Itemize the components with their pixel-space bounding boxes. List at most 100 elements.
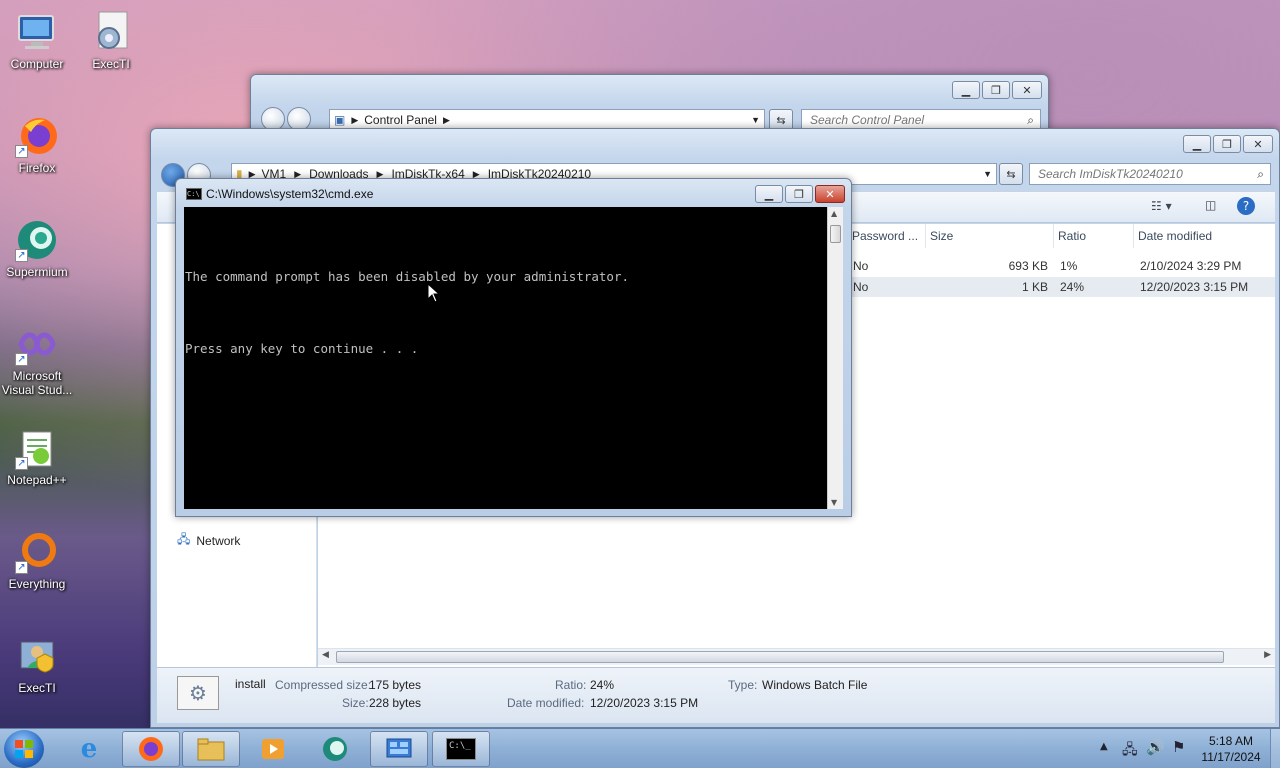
chevron-down-icon[interactable]: ▼ bbox=[983, 169, 992, 179]
scroll-down-icon[interactable]: ▼ bbox=[831, 498, 837, 507]
desktop-icon-label: Everything bbox=[8, 577, 66, 591]
show-desktop-button[interactable] bbox=[1270, 729, 1280, 768]
control-panel-icon: ▣ bbox=[334, 113, 346, 127]
desktop-icon-execti[interactable]: ExecTI bbox=[74, 10, 148, 71]
mouse-cursor-icon bbox=[427, 283, 441, 303]
everything-search-icon: ↗ bbox=[15, 530, 59, 574]
maximize-button[interactable]: ❐ bbox=[1213, 135, 1241, 153]
desktop-icon-label: Microsoft Visual Stud... bbox=[1, 369, 73, 397]
notepadpp-icon: ↗ bbox=[15, 426, 59, 470]
breadcrumb-separator-icon: ▶ bbox=[351, 114, 359, 125]
desktop-icon-label: ExecTI bbox=[92, 57, 130, 71]
supermium-icon: ↗ bbox=[15, 218, 59, 262]
preview-pane-icon[interactable]: ◫ bbox=[1205, 198, 1216, 212]
column-header-password[interactable]: Password ... bbox=[848, 224, 926, 248]
vertical-scrollbar[interactable]: ▲ ▼ bbox=[827, 207, 843, 509]
windows-logo-icon bbox=[15, 740, 33, 758]
console-line: The command prompt has been disabled by … bbox=[185, 269, 630, 284]
network-icon: 🖧 bbox=[177, 532, 191, 546]
shortcut-arrow-icon: ↗ bbox=[15, 249, 28, 262]
taskbar-firefox[interactable] bbox=[122, 731, 180, 767]
volume-icon[interactable]: 🔊 bbox=[1146, 738, 1165, 756]
maximize-button[interactable]: ❐ bbox=[785, 185, 813, 203]
folder-icon bbox=[197, 738, 225, 761]
control-panel-icon bbox=[386, 738, 412, 758]
taskbar-internet-explorer[interactable]: e bbox=[60, 731, 118, 767]
horizontal-scrollbar[interactable]: ◀ ▶ bbox=[318, 648, 1275, 665]
computer-icon bbox=[15, 10, 59, 54]
nav-item-network[interactable]: 🖧 Network bbox=[177, 530, 240, 551]
control-panel-window[interactable]: ▁ ❐ ✕ ▣ ▶ Control Panel ▶ ▼ ⇆ Search Con… bbox=[250, 74, 1049, 134]
cmd-window[interactable]: C:\ C:\Windows\system32\cmd.exe ▁ ❐ ✕ Th… bbox=[175, 178, 852, 517]
shortcut-arrow-icon: ↗ bbox=[15, 561, 28, 574]
firefox-icon bbox=[139, 737, 163, 761]
firefox-icon: ↗ bbox=[15, 114, 59, 158]
desktop-icon-visual-studio[interactable]: ↗ Microsoft Visual Stud... bbox=[0, 322, 74, 397]
shortcut-arrow-icon: ↗ bbox=[15, 457, 28, 470]
window-title: C:\Windows\system32\cmd.exe bbox=[206, 187, 374, 201]
shield-user-icon bbox=[15, 634, 59, 678]
column-header-size[interactable]: Size bbox=[926, 224, 1054, 248]
scrollbar-thumb[interactable] bbox=[830, 225, 841, 243]
clock-date: 11/17/2024 bbox=[1201, 750, 1261, 764]
views-icon[interactable]: ☷ ▾ bbox=[1151, 199, 1172, 213]
taskbar-explorer[interactable] bbox=[182, 731, 240, 767]
breadcrumb-control-panel[interactable]: Control Panel bbox=[364, 113, 437, 127]
desktop-icon-computer[interactable]: Computer bbox=[0, 10, 74, 71]
minimize-button[interactable]: ▁ bbox=[755, 185, 783, 203]
close-button[interactable]: ✕ bbox=[815, 185, 845, 203]
chevron-down-icon[interactable]: ▼ bbox=[751, 115, 760, 125]
scroll-right-icon[interactable]: ▶ bbox=[1264, 650, 1271, 660]
details-pane: ⚙ install Compressed size: 175 bytes Siz… bbox=[157, 667, 1275, 723]
desktop-icon-execti-shield[interactable]: ExecTI bbox=[0, 634, 74, 695]
media-player-icon bbox=[262, 739, 284, 759]
desktop-icon-label: Notepad++ bbox=[7, 473, 67, 487]
taskbar-media-player[interactable] bbox=[244, 731, 302, 767]
desktop-icon-firefox[interactable]: ↗ Firefox bbox=[0, 114, 74, 175]
desktop-icon-label: Supermium bbox=[6, 265, 68, 279]
minimize-button[interactable]: ▁ bbox=[1183, 135, 1211, 153]
breadcrumb-separator-icon: ▶ bbox=[442, 114, 450, 125]
column-header-date[interactable]: Date modified bbox=[1134, 224, 1274, 248]
scroll-up-icon[interactable]: ▲ bbox=[831, 209, 837, 218]
clock-time: 5:18 AM bbox=[1208, 734, 1254, 748]
console-output[interactable]: The command prompt has been disabled by … bbox=[184, 207, 827, 509]
action-center-flag-icon[interactable]: ⚑ bbox=[1172, 738, 1185, 756]
search-input[interactable]: Search ImDiskTk20240210 ⌕ bbox=[1029, 163, 1271, 185]
search-icon: ⌕ bbox=[1027, 112, 1034, 127]
desktop-icon-notepadpp[interactable]: ↗ Notepad++ bbox=[0, 426, 74, 487]
file-name: install bbox=[235, 677, 266, 691]
scrollbar-thumb[interactable] bbox=[336, 651, 1224, 663]
internet-explorer-icon: e bbox=[80, 734, 98, 764]
network-status-icon[interactable]: 🖧 bbox=[1122, 739, 1138, 763]
supermium-icon bbox=[323, 737, 347, 761]
maximize-button[interactable]: ❐ bbox=[982, 81, 1010, 99]
visual-studio-icon: ↗ bbox=[15, 322, 59, 366]
desktop-icon-supermium[interactable]: ↗ Supermium bbox=[0, 218, 74, 279]
console-line: Press any key to continue . . . bbox=[185, 341, 419, 356]
taskbar-control-panel[interactable] bbox=[370, 731, 428, 767]
desktop-icon-label: ExecTI bbox=[18, 681, 56, 695]
help-icon[interactable]: ? bbox=[1237, 197, 1255, 215]
desktop-icon-everything[interactable]: ↗ Everything bbox=[0, 530, 74, 591]
gear-document-icon bbox=[89, 10, 133, 54]
batch-file-icon: ⚙ bbox=[177, 676, 219, 710]
cmd-icon: C:\_ bbox=[446, 738, 476, 760]
minimize-button[interactable]: ▁ bbox=[952, 81, 980, 99]
search-icon: ⌕ bbox=[1257, 166, 1264, 181]
start-button[interactable] bbox=[4, 730, 44, 768]
refresh-button[interactable]: ⇆ bbox=[999, 163, 1023, 185]
desktop-icon-label: Computer bbox=[10, 57, 64, 71]
clock[interactable]: 5:18 AM 11/17/2024 bbox=[1194, 733, 1268, 765]
taskbar-supermium[interactable] bbox=[306, 731, 364, 767]
show-hidden-icons-icon[interactable]: ▲ bbox=[1100, 741, 1108, 752]
scroll-left-icon[interactable]: ◀ bbox=[322, 650, 329, 660]
shortcut-arrow-icon: ↗ bbox=[15, 145, 28, 158]
cmd-title-icon: C:\ bbox=[186, 188, 202, 200]
desktop-icon-label: Firefox bbox=[18, 161, 56, 175]
close-button[interactable]: ✕ bbox=[1243, 135, 1273, 153]
close-button[interactable]: ✕ bbox=[1012, 81, 1042, 99]
taskbar-cmd[interactable]: C:\_ bbox=[432, 731, 490, 767]
taskbar: e C:\_ ▲ 🖧 🔊 ⚑ 5:18 AM 11/17/2024 bbox=[0, 728, 1280, 768]
column-header-ratio[interactable]: Ratio bbox=[1054, 224, 1134, 248]
